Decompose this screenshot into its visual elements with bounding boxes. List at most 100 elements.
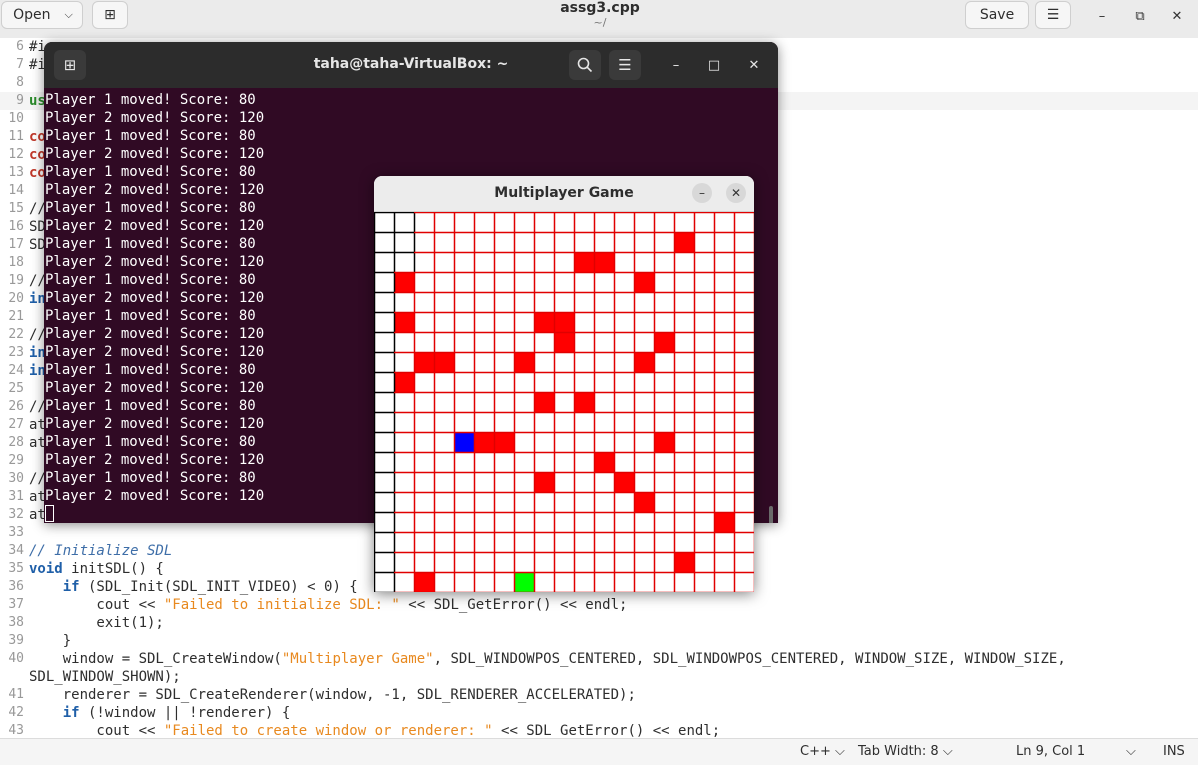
- terminal-line: Player 1 moved! Score: 80: [45, 236, 256, 252]
- red-cell: [534, 312, 554, 332]
- line-number: 6: [16, 39, 24, 54]
- terminal-title: taha@taha-VirtualBox: ~: [313, 56, 509, 72]
- red-cell: [674, 232, 694, 252]
- code-text: cout << "Failed to initialize SDL: " << …: [29, 597, 628, 613]
- terminal-cursor: [45, 505, 54, 522]
- line-number: 17: [8, 237, 24, 252]
- line-number: 29: [8, 453, 24, 468]
- open-button[interactable]: Open ⌵: [1, 1, 83, 29]
- minimize-button[interactable]: –: [1090, 6, 1114, 26]
- game-header: Multiplayer Game – ✕: [374, 176, 754, 212]
- terminal-line: Player 2 moved! Score: 120: [45, 326, 265, 342]
- red-cell: [634, 352, 654, 372]
- terminal-line: Player 2 moved! Score: 120: [45, 452, 265, 468]
- terminal-line: Player 1 moved! Score: 80: [45, 200, 256, 216]
- terminal-line: Player 2 moved! Score: 120: [45, 218, 265, 234]
- line-number: 12: [8, 147, 24, 162]
- line-number: 24: [8, 363, 24, 378]
- tab-width-selector[interactable]: Tab Width: 8 ⌵: [858, 744, 953, 759]
- code-line[interactable]: 42 if (!window || !renderer) {: [0, 704, 1198, 722]
- new-tab-icon: ⊞: [104, 7, 116, 23]
- game-window[interactable]: Multiplayer Game – ✕: [374, 176, 754, 592]
- close-icon: ✕: [748, 57, 760, 73]
- hamburger-menu-button[interactable]: ☰: [1035, 1, 1071, 29]
- chevron-down-icon: ⌵: [64, 8, 73, 21]
- code-text: if (SDL_Init(SDL_INIT_VIDEO) < 0) {: [62, 579, 358, 595]
- red-cell: [674, 552, 694, 572]
- terminal-menu-button[interactable]: ☰: [609, 50, 641, 80]
- red-cell: [594, 452, 614, 472]
- minimize-icon: –: [699, 186, 705, 200]
- red-cell: [654, 432, 674, 452]
- terminal-maximize-button[interactable]: □: [704, 55, 724, 75]
- code-text: }: [29, 633, 72, 649]
- line-number: 13: [8, 165, 24, 180]
- terminal-line: Player 2 moved! Score: 120: [45, 488, 265, 504]
- chevron-down-icon[interactable]: ⌵: [1126, 744, 1136, 759]
- red-cell: [634, 492, 654, 512]
- terminal-line: Player 2 moved! Score: 120: [45, 344, 265, 360]
- terminal-line: Player 2 moved! Score: 120: [45, 416, 265, 432]
- code-text: SDL_WINDOW_SHOWN);: [29, 669, 181, 685]
- terminal-close-button[interactable]: ✕: [744, 55, 764, 75]
- terminal-line: Player 1 moved! Score: 80: [45, 92, 256, 108]
- line-number: 30: [8, 471, 24, 486]
- red-cell: [594, 252, 614, 272]
- menu-icon: ☰: [618, 56, 632, 74]
- save-button[interactable]: Save: [965, 1, 1029, 29]
- game-grid[interactable]: [374, 212, 754, 592]
- code-line[interactable]: 37 cout << "Failed to initialize SDL: " …: [0, 596, 1198, 614]
- line-number: 25: [8, 381, 24, 396]
- red-cell: [574, 252, 594, 272]
- red-cell: [514, 352, 534, 372]
- player-1-cell: [454, 432, 474, 452]
- code-line[interactable]: 38 exit(1);: [0, 614, 1198, 632]
- terminal-line: Player 2 moved! Score: 120: [45, 254, 265, 270]
- red-cell: [554, 332, 574, 352]
- line-number: 22: [8, 327, 24, 342]
- line-number: 32: [8, 507, 24, 522]
- line-number: 35: [8, 561, 24, 576]
- line-number: 27: [8, 417, 24, 432]
- game-close-button[interactable]: ✕: [726, 183, 746, 203]
- terminal-header: ⊞ taha@taha-VirtualBox: ~ ☰ – □ ✕: [44, 42, 778, 88]
- terminal-line: Player 2 moved! Score: 120: [45, 110, 265, 126]
- terminal-line: Player 2 moved! Score: 120: [45, 146, 265, 162]
- terminal-minimize-button[interactable]: –: [666, 55, 686, 75]
- line-number: 41: [8, 687, 24, 702]
- line-number: 33: [8, 525, 24, 540]
- new-document-button[interactable]: ⊞: [92, 1, 128, 29]
- code-line[interactable]: 39 }: [0, 632, 1198, 650]
- red-cell: [614, 472, 634, 492]
- open-button-label: Open: [13, 7, 51, 23]
- line-number: 11: [8, 129, 24, 144]
- close-icon: ✕: [1171, 8, 1183, 24]
- line-number: 8: [16, 75, 24, 90]
- code-line[interactable]: 41 renderer = SDL_CreateRenderer(window,…: [0, 686, 1198, 704]
- line-number: 20: [8, 291, 24, 306]
- code-line[interactable]: SDL_WINDOW_SHOWN);: [0, 668, 1198, 686]
- game-minimize-button[interactable]: –: [692, 183, 712, 203]
- maximize-button[interactable]: ⧉: [1128, 6, 1152, 26]
- editor-header-bar: Open ⌵ ⊞ assg3.cpp ~/ Save ☰ – ⧉ ✕: [0, 0, 1198, 39]
- terminal-line: Player 1 moved! Score: 80: [45, 470, 256, 486]
- cursor-position[interactable]: Ln 9, Col 1: [1016, 744, 1085, 759]
- terminal-scrollbar[interactable]: [769, 506, 773, 523]
- language-selector[interactable]: C++ ⌵: [800, 744, 845, 759]
- code-line[interactable]: 40 window = SDL_CreateWindow("Multiplaye…: [0, 650, 1198, 668]
- close-button[interactable]: ✕: [1165, 6, 1189, 26]
- red-cell: [434, 352, 454, 372]
- player-2-cell: [514, 572, 534, 592]
- code-text: exit(1);: [29, 615, 164, 631]
- line-number: 40: [8, 651, 24, 666]
- search-button[interactable]: [569, 50, 601, 80]
- red-cell: [654, 332, 674, 352]
- line-number: 39: [8, 633, 24, 648]
- red-cell: [414, 352, 434, 372]
- new-tab-button[interactable]: ⊞: [54, 50, 86, 80]
- line-number: 26: [8, 399, 24, 414]
- line-number: 16: [8, 219, 24, 234]
- minimize-icon: –: [672, 57, 680, 73]
- red-cell: [574, 392, 594, 412]
- red-cell: [554, 312, 574, 332]
